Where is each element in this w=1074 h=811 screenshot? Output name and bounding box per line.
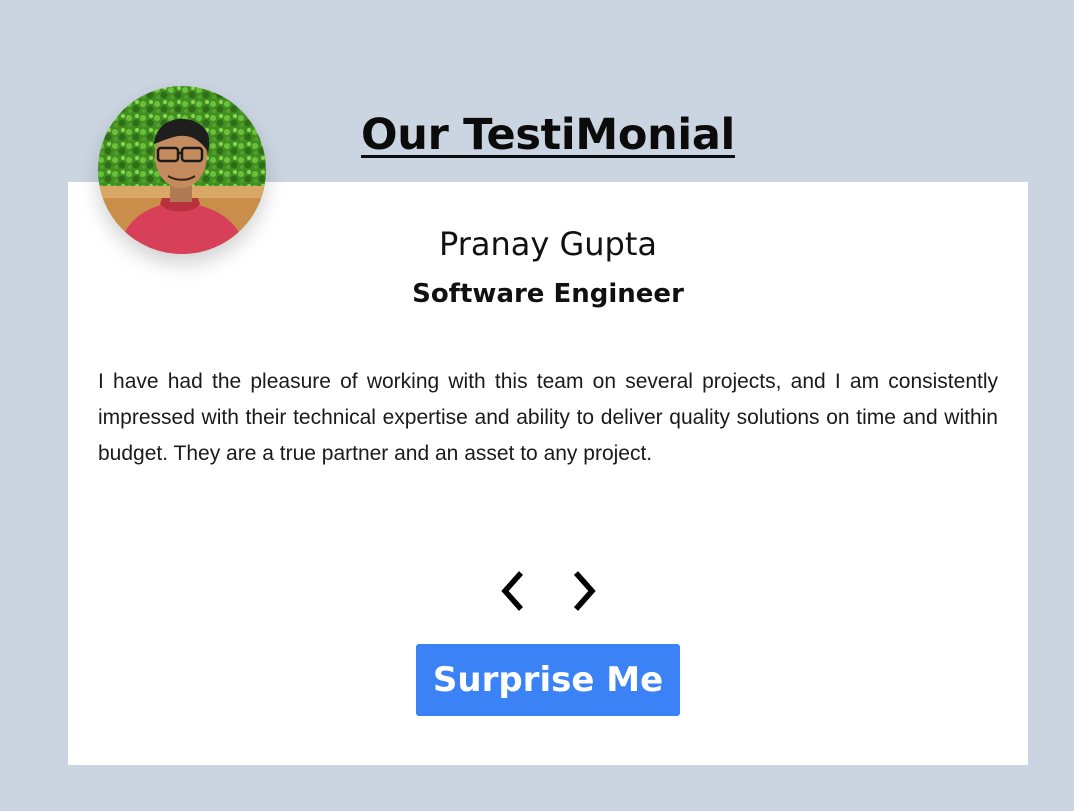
surprise-me-button[interactable]: Surprise Me <box>416 644 680 716</box>
chevron-left-icon <box>501 571 524 611</box>
avatar <box>98 86 266 254</box>
chevron-right-icon <box>573 571 596 611</box>
next-button[interactable] <box>562 568 608 614</box>
avatar-photo <box>98 86 266 254</box>
testimonial-page: Our TestiMonial Pranay Gupta Software En… <box>0 0 1074 811</box>
testimonial-text: I have had the pleasure of working with … <box>98 370 998 465</box>
testimonial-role: Software Engineer <box>412 279 684 309</box>
previous-button[interactable] <box>489 568 535 614</box>
